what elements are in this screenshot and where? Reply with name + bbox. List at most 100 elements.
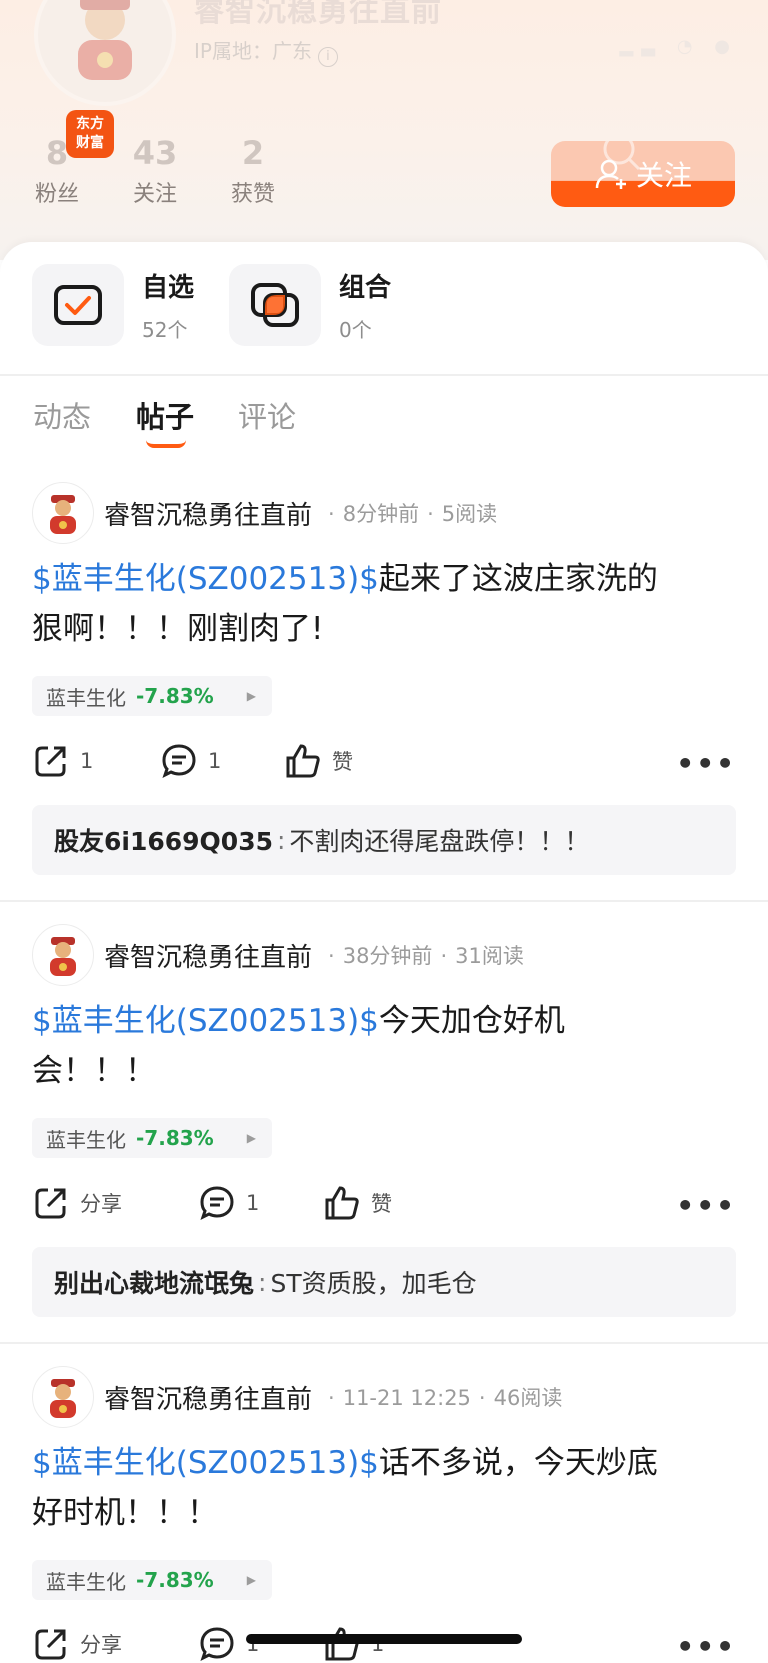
stock-chip[interactable]: 蓝丰生化 -7.83% ▶ [32,1560,272,1600]
stat-likes-label: 获赞 [230,182,275,207]
share-icon [35,1629,66,1660]
stock-name: 蓝丰生化 [46,685,126,710]
thumbs-up-icon [325,1186,359,1220]
share-button[interactable]: 1 [32,739,93,783]
stat-likes[interactable]: 2 获赞 [213,134,293,208]
stat-following-label: 关注 [132,182,177,207]
post-divider [0,1342,768,1344]
post-time: 11-21 12:25 [342,1386,471,1410]
post-header: 睿智沉稳勇往直前 · 11-21 12:25 · 46阅读 [32,1366,562,1428]
stock-tag-link[interactable]: $蓝丰生化(SZ002513)$ [32,1003,379,1039]
comment-user[interactable]: 股友6i1669Q035 [54,822,273,858]
god-of-wealth-avatar-icon [50,1379,76,1418]
portfolio-title: 组合 [339,273,392,303]
god-of-wealth-avatar-icon [50,495,76,534]
comment-button[interactable]: 1 [160,739,221,783]
stat-fans[interactable]: 8 粉丝 [17,134,97,208]
comment-text: 不割肉还得尾盘跌停！！！ [289,827,590,856]
portfolio-shortcut[interactable]: 组合 0个 [229,264,391,346]
post-content[interactable]: $蓝丰生化(SZ002513)$起来了这波庄家洗的 狠啊！！！刚割肉了! [32,554,732,654]
profile-avatar[interactable] [34,0,176,106]
post-author[interactable]: 睿智沉稳勇往直前 [104,937,312,974]
top-comment[interactable]: 别出心裁地流氓兔: ST资质股，加毛仓 [32,1247,736,1317]
comment-count: 1 [246,1191,260,1215]
section-divider [0,374,768,376]
stock-chip[interactable]: 蓝丰生化 -7.83% ▶ [32,1118,272,1158]
share-button[interactable]: 分享 [32,1181,122,1225]
stat-likes-count: 2 [241,134,265,172]
info-icon[interactable]: i [317,47,338,67]
comment-icon [200,1186,234,1220]
post-card[interactable]: 睿智沉稳勇往直前 · 8分钟前 · 5阅读 $蓝丰生化(SZ002513)$起来了这波… [0,482,768,902]
post-meta: · 11-21 12:25 · 46阅读 [328,1386,563,1410]
top-comment[interactable]: 股友6i1669Q035: 不割肉还得尾盘跌停！！！ [32,805,736,875]
like-label: 赞 [371,1192,392,1216]
checkbox-icon [54,285,102,325]
stock-name: 蓝丰生化 [46,1569,126,1594]
stock-change: -7.83% [136,684,214,708]
home-indicator[interactable] [246,1634,522,1644]
tab-posts[interactable]: 帖子 [136,394,194,436]
stock-tag-link[interactable]: $蓝丰生化(SZ002513)$ [32,561,379,597]
author-avatar[interactable] [32,482,94,544]
stock-change: -7.83% [136,1568,214,1592]
badge-line-1: 东方 [76,116,104,132]
comment-user[interactable]: 别出心裁地流氓兔 [54,1264,254,1300]
comment-icon [200,1627,234,1661]
comment-icon [162,744,196,778]
post-text-line2: 好时机！！！ [32,1495,218,1531]
more-icon[interactable]: ••• [676,747,736,780]
stat-following[interactable]: 43 关注 [115,134,195,208]
post-author[interactable]: 睿智沉稳勇往直前 [104,1379,312,1416]
post-actions: 分享 1 赞 ••• [32,1181,736,1225]
post-content[interactable]: $蓝丰生化(SZ002513)$今天加仓好机 会！！！ [32,996,732,1096]
author-avatar[interactable] [32,924,94,986]
chevron-right-icon: ▶ [246,1573,256,1587]
thumbs-up-icon [325,1627,359,1661]
post-author[interactable]: 睿智沉稳勇往直前 [104,495,312,532]
god-of-wealth-avatar-icon [50,937,76,976]
post-card[interactable]: 睿智沉稳勇往直前 · 11-21 12:25 · 46阅读 $蓝丰生化(SZ00251… [0,1366,768,1663]
more-icon[interactable]: ••• [676,1630,736,1663]
share-button[interactable]: 分享 [32,1622,122,1663]
thumbs-up-icon [286,744,320,778]
stat-fans-label: 粉丝 [34,182,79,207]
comment-button[interactable]: 1 [198,1181,259,1225]
stock-tag-link[interactable]: $蓝丰生化(SZ002513)$ [32,1445,379,1481]
chevron-right-icon: ▶ [246,1131,256,1145]
search-icon [603,141,641,171]
watchlist-shortcut[interactable]: 自选 52个 [32,264,194,346]
portfolio-tile [229,264,321,346]
post-time: 38分钟前 [342,944,433,968]
stock-name: 蓝丰生化 [46,1127,126,1152]
post-header: 睿智沉稳勇往直前 · 38分钟前 · 31阅读 [32,924,524,986]
share-icon [35,1188,66,1219]
post-reads: 5阅读 [441,502,498,526]
portfolio-icon [251,283,299,327]
share-count: 1 [80,749,94,773]
portfolio-count: 0个 [339,318,372,342]
post-text-line1: 起来了这波庄家洗的 [378,561,658,597]
post-card[interactable]: 睿智沉稳勇往直前 · 38分钟前 · 31阅读 $蓝丰生化(SZ002513)$今天加… [0,924,768,1344]
post-text-line2: 狠啊！！！刚割肉了! [32,611,324,647]
post-content[interactable]: $蓝丰生化(SZ002513)$话不多说，今天炒底 好时机！！！ [32,1438,732,1538]
tab-comments[interactable]: 评论 [238,394,296,436]
post-time: 8分钟前 [342,502,420,526]
like-button[interactable]: 赞 [323,1181,392,1225]
profile-header: 睿智沉稳勇往直前 IP属地：广东 i ▂▃ ◔ ● 东方 财富 8 粉丝 43 关… [0,0,768,260]
like-label: 赞 [332,750,353,774]
post-meta: · 8分钟前 · 5阅读 [328,502,498,526]
post-meta: · 38分钟前 · 31阅读 [328,944,524,968]
tab-activity[interactable]: 动态 [33,394,91,436]
stat-fans-count: 8 [45,134,69,172]
share-label: 分享 [80,1633,122,1657]
author-avatar[interactable] [32,1366,94,1428]
more-icon[interactable]: ••• [676,1189,736,1222]
share-label: 分享 [80,1192,122,1216]
post-actions: 1 1 赞 ••• [32,739,736,783]
stock-chip[interactable]: 蓝丰生化 -7.83% ▶ [32,676,272,716]
status-icons: ▂▃ ◔ ● [619,36,738,57]
profile-name: 睿智沉稳勇往直前 [194,0,442,29]
like-button[interactable]: 赞 [284,739,353,783]
follow-button[interactable]: 关注 [551,141,735,207]
